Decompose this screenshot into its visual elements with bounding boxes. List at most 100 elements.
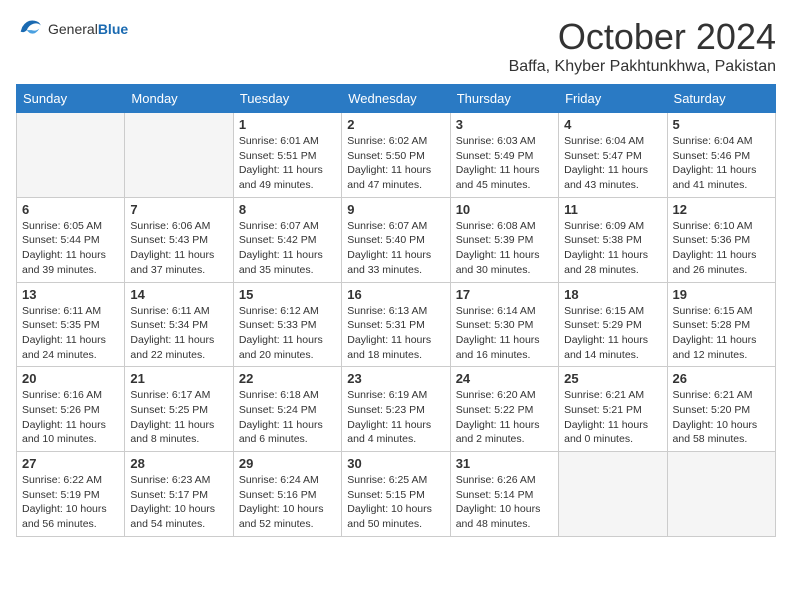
day-number: 24 — [456, 371, 553, 386]
calendar-cell: 4Sunrise: 6:04 AMSunset: 5:47 PMDaylight… — [559, 113, 667, 198]
weekday-header-thursday: Thursday — [450, 85, 558, 113]
day-number: 15 — [239, 287, 336, 302]
day-number: 20 — [22, 371, 119, 386]
day-number: 21 — [130, 371, 227, 386]
day-info: Sunrise: 6:24 AMSunset: 5:16 PMDaylight:… — [239, 473, 336, 532]
day-info: Sunrise: 6:06 AMSunset: 5:43 PMDaylight:… — [130, 219, 227, 278]
calendar-cell — [17, 113, 125, 198]
day-info: Sunrise: 6:15 AMSunset: 5:29 PMDaylight:… — [564, 304, 661, 363]
day-number: 1 — [239, 117, 336, 132]
day-info: Sunrise: 6:02 AMSunset: 5:50 PMDaylight:… — [347, 134, 444, 193]
logo-blue-text: Blue — [98, 21, 128, 37]
calendar-week-row: 6Sunrise: 6:05 AMSunset: 5:44 PMDaylight… — [17, 197, 776, 282]
day-number: 31 — [456, 456, 553, 471]
calendar-cell: 21Sunrise: 6:17 AMSunset: 5:25 PMDayligh… — [125, 367, 233, 452]
calendar-cell: 14 Sunrise: 6:11 AMSunset: 5:34 PMDayligh… — [125, 282, 233, 367]
calendar-cell: 26 Sunrise: 6:21 AMSunset: 5:20 PMDayligh… — [667, 367, 775, 452]
weekday-header-tuesday: Tuesday — [233, 85, 341, 113]
day-info: Sunrise: 6:18 AMSunset: 5:24 PMDaylight:… — [239, 388, 336, 447]
calendar-cell: 25Sunrise: 6:21 AMSunset: 5:21 PMDayligh… — [559, 367, 667, 452]
calendar-cell: 3 Sunrise: 6:03 AMSunset: 5:49 PMDaylight… — [450, 113, 558, 198]
day-info: Sunrise: 6:20 AMSunset: 5:22 PMDaylight:… — [456, 388, 553, 447]
day-number: 10 — [456, 202, 553, 217]
logo-general-text: General — [48, 21, 98, 37]
day-number: 8 — [239, 202, 336, 217]
calendar-cell: 20 Sunrise: 6:16 AMSunset: 5:26 PMDayligh… — [17, 367, 125, 452]
day-info: Sunrise: 6:25 AMSunset: 5:15 PMDaylight:… — [347, 473, 444, 532]
day-number: 11 — [564, 202, 661, 217]
day-info: Sunrise: 6:21 AMSunset: 5:20 PMDaylight:… — [673, 388, 770, 447]
calendar-cell: 13 Sunrise: 6:11 AMSunset: 5:35 PMDayligh… — [17, 282, 125, 367]
day-number: 28 — [130, 456, 227, 471]
logo: GeneralBlue — [16, 16, 128, 43]
calendar-cell: 24 Sunrise: 6:20 AMSunset: 5:22 PMDayligh… — [450, 367, 558, 452]
calendar-cell: 18 Sunrise: 6:15 AMSunset: 5:29 PMDayligh… — [559, 282, 667, 367]
day-number: 7 — [130, 202, 227, 217]
calendar-cell: 7 Sunrise: 6:06 AMSunset: 5:43 PMDaylight… — [125, 197, 233, 282]
day-number: 30 — [347, 456, 444, 471]
title-block: October 2024 Baffa, Khyber Pakhtunkhwa, … — [509, 16, 776, 76]
day-number: 4 — [564, 117, 661, 132]
day-info: Sunrise: 6:12 AMSunset: 5:33 PMDaylight:… — [239, 304, 336, 363]
day-number: 25 — [564, 371, 661, 386]
month-title: October 2024 — [509, 16, 776, 58]
calendar-table: SundayMondayTuesdayWednesdayThursdayFrid… — [16, 84, 776, 537]
day-number: 19 — [673, 287, 770, 302]
calendar-cell: 29Sunrise: 6:24 AMSunset: 5:16 PMDayligh… — [233, 452, 341, 537]
day-info: Sunrise: 6:22 AMSunset: 5:19 PMDaylight:… — [22, 473, 119, 532]
calendar-week-row: 20 Sunrise: 6:16 AMSunset: 5:26 PMDayligh… — [17, 367, 776, 452]
calendar-cell: 6Sunrise: 6:05 AMSunset: 5:44 PMDaylight… — [17, 197, 125, 282]
day-number: 22 — [239, 371, 336, 386]
day-number: 3 — [456, 117, 553, 132]
weekday-header-monday: Monday — [125, 85, 233, 113]
calendar-cell: 1 Sunrise: 6:01 AMSunset: 5:51 PMDaylight… — [233, 113, 341, 198]
day-info: Sunrise: 6:11 AMSunset: 5:35 PMDaylight:… — [22, 304, 119, 363]
calendar-cell: 12 Sunrise: 6:10 AMSunset: 5:36 PMDayligh… — [667, 197, 775, 282]
calendar-header-row: SundayMondayTuesdayWednesdayThursdayFrid… — [17, 85, 776, 113]
day-number: 14 — [130, 287, 227, 302]
day-number: 17 — [456, 287, 553, 302]
calendar-cell: 30 Sunrise: 6:25 AMSunset: 5:15 PMDayligh… — [342, 452, 450, 537]
day-info: Sunrise: 6:01 AMSunset: 5:51 PMDaylight:… — [239, 134, 336, 193]
day-info: Sunrise: 6:03 AMSunset: 5:49 PMDaylight:… — [456, 134, 553, 193]
weekday-header-friday: Friday — [559, 85, 667, 113]
day-info: Sunrise: 6:07 AMSunset: 5:42 PMDaylight:… — [239, 219, 336, 278]
page-header: GeneralBlue October 2024 Baffa, Khyber P… — [16, 16, 776, 76]
day-number: 5 — [673, 117, 770, 132]
day-number: 2 — [347, 117, 444, 132]
calendar-cell: 16 Sunrise: 6:13 AMSunset: 5:31 PMDayligh… — [342, 282, 450, 367]
calendar-cell — [125, 113, 233, 198]
day-info: Sunrise: 6:16 AMSunset: 5:26 PMDaylight:… — [22, 388, 119, 447]
calendar-cell — [559, 452, 667, 537]
calendar-cell: 9Sunrise: 6:07 AMSunset: 5:40 PMDaylight… — [342, 197, 450, 282]
day-number: 27 — [22, 456, 119, 471]
day-number: 18 — [564, 287, 661, 302]
weekday-header-saturday: Saturday — [667, 85, 775, 113]
day-info: Sunrise: 6:11 AMSunset: 5:34 PMDaylight:… — [130, 304, 227, 363]
calendar-cell: 17Sunrise: 6:14 AMSunset: 5:30 PMDayligh… — [450, 282, 558, 367]
day-number: 12 — [673, 202, 770, 217]
day-number: 23 — [347, 371, 444, 386]
calendar-cell: 5 Sunrise: 6:04 AMSunset: 5:46 PMDaylight… — [667, 113, 775, 198]
day-info: Sunrise: 6:15 AMSunset: 5:28 PMDaylight:… — [673, 304, 770, 363]
day-info: Sunrise: 6:13 AMSunset: 5:31 PMDaylight:… — [347, 304, 444, 363]
day-info: Sunrise: 6:08 AMSunset: 5:39 PMDaylight:… — [456, 219, 553, 278]
calendar-cell: 8 Sunrise: 6:07 AMSunset: 5:42 PMDaylight… — [233, 197, 341, 282]
logo-icon — [16, 16, 44, 43]
day-info: Sunrise: 6:09 AMSunset: 5:38 PMDaylight:… — [564, 219, 661, 278]
calendar-week-row: 1 Sunrise: 6:01 AMSunset: 5:51 PMDaylight… — [17, 113, 776, 198]
logo-text: GeneralBlue — [48, 21, 128, 39]
calendar-week-row: 13 Sunrise: 6:11 AMSunset: 5:35 PMDayligh… — [17, 282, 776, 367]
day-number: 26 — [673, 371, 770, 386]
day-number: 13 — [22, 287, 119, 302]
day-info: Sunrise: 6:04 AMSunset: 5:46 PMDaylight:… — [673, 134, 770, 193]
weekday-header-sunday: Sunday — [17, 85, 125, 113]
day-number: 16 — [347, 287, 444, 302]
calendar-cell — [667, 452, 775, 537]
day-info: Sunrise: 6:10 AMSunset: 5:36 PMDaylight:… — [673, 219, 770, 278]
day-info: Sunrise: 6:23 AMSunset: 5:17 PMDaylight:… — [130, 473, 227, 532]
calendar-cell: 27 Sunrise: 6:22 AMSunset: 5:19 PMDayligh… — [17, 452, 125, 537]
weekday-header-wednesday: Wednesday — [342, 85, 450, 113]
day-info: Sunrise: 6:26 AMSunset: 5:14 PMDaylight:… — [456, 473, 553, 532]
day-number: 6 — [22, 202, 119, 217]
